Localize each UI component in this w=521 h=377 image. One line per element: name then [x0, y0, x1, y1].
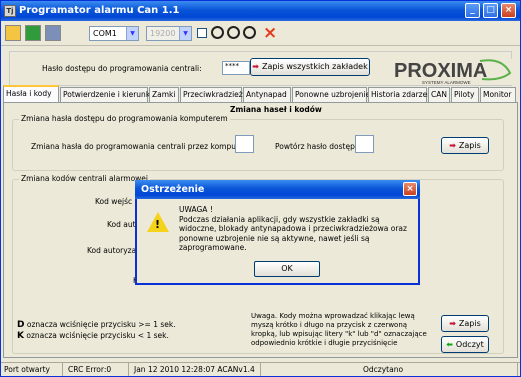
toolbar: COM1 ▼ 19200 ▼ ×: [1, 21, 520, 46]
warning-mark: !: [155, 218, 161, 231]
codes-note: Uwaga. Kody można wprowadzać klikając le…: [251, 312, 427, 347]
tab-ponowne-uzbrojenie[interactable]: Ponowne uzbrojenie: [292, 87, 370, 102]
tab-antynapad[interactable]: Antynapad: [243, 87, 291, 102]
tab-can[interactable]: CAN: [428, 87, 450, 102]
entry-code-label: Kod wejśc: [95, 197, 133, 206]
tab-bar: Hasła i kody Potwierdzenie i kierunki Za…: [3, 85, 520, 102]
device-icon[interactable]: [45, 25, 61, 41]
pc-password-input[interactable]: [235, 135, 254, 153]
repeat-password-input[interactable]: [355, 135, 374, 153]
baud-value: 19200: [150, 29, 176, 38]
status-port: Port otwarty: [1, 363, 63, 376]
proxima-logo: PROXIMA SYSTEMY ALARMOWE: [392, 59, 512, 85]
dialog-message: Podczas działania aplikacji, gdy wszystk…: [179, 214, 407, 253]
read-codes-button[interactable]: ⬅ Odczyt: [441, 336, 489, 353]
dialog-heading: UWAGA !: [179, 205, 213, 214]
arrow-right-icon: ➡: [449, 319, 456, 328]
arrow-left-icon: ⬅: [446, 340, 453, 349]
legend-d: D oznacza wciśnięcie przycisku >= 1 sek.: [17, 320, 176, 330]
port-select[interactable]: COM1 ▼: [89, 26, 139, 41]
read-label: Odczyt: [455, 340, 484, 349]
status-read: Odczytano: [263, 363, 518, 376]
dialog-close-button[interactable]: ×: [403, 182, 417, 196]
save-all-label: Zapis wszystkich zakładek: [261, 62, 368, 71]
tab-przeciwkradziez[interactable]: Przeciwkradzież: [180, 87, 243, 102]
legend-k-text: oznacza wciśnięcie przycisku < 1 sek.: [23, 331, 169, 340]
tab-potwierdzenie[interactable]: Potwierdzenie i kierunki: [60, 87, 152, 102]
group-pc-password-legend: Zmiana hasła dostępu do programowania ko…: [19, 114, 230, 123]
chevron-down-icon: ▼: [179, 27, 191, 40]
tab-zamki[interactable]: Zamki: [149, 87, 179, 102]
svg-text:PROXIMA: PROXIMA: [394, 60, 487, 82]
tab-hasla[interactable]: Hasła i kody: [3, 85, 59, 102]
group-alarm-codes-legend: Zmiana kodów centrali alarmowej: [19, 174, 151, 183]
baud-select: 19200 ▼: [146, 26, 192, 41]
circle-icon[interactable]: [243, 26, 256, 39]
tab-historia[interactable]: Historia zdarzeń: [368, 87, 432, 102]
status-crc: CRC Error:0: [65, 363, 129, 376]
dialog-message-block: UWAGA ! Podczas działania aplikacji, gdy…: [179, 205, 415, 253]
save-disk-icon[interactable]: [25, 25, 41, 41]
tab-piloty[interactable]: Piloty: [451, 87, 479, 102]
pc-password-label: Zmiana hasła do programowania centrali p…: [31, 142, 250, 151]
checkbox[interactable]: [197, 28, 207, 38]
minimize-button[interactable]: _: [465, 3, 480, 18]
save-pc-password-button[interactable]: ➡ Zapis: [441, 137, 489, 154]
window-title: Programator alarmu Can 1.1: [19, 5, 180, 16]
chevron-down-icon: ▼: [126, 27, 138, 40]
circle-icon[interactable]: [227, 26, 240, 39]
app-icon: Tj: [4, 5, 16, 17]
save-all-button[interactable]: ➡ Zapis wszystkich zakładek: [250, 58, 370, 76]
close-button[interactable]: ×: [501, 3, 516, 18]
svg-text:SYSTEMY ALARMOWE: SYSTEMY ALARMOWE: [422, 80, 471, 85]
status-bar: Port otwarty CRC Error:0 Jan 12 2010 12:…: [1, 362, 520, 376]
arrow-right-icon: ➡: [252, 62, 259, 71]
group-pc-password: Zmiana hasła dostępu do programowania ko…: [12, 114, 504, 171]
dialog-title-bar[interactable]: Ostrzeżenie ×: [135, 180, 420, 199]
maximize-button[interactable]: □: [483, 3, 498, 18]
open-folder-icon[interactable]: [5, 25, 21, 41]
title-bar[interactable]: Tj Programator alarmu Can 1.1 _ □ ×: [1, 1, 520, 21]
arrow-right-icon: ➡: [449, 141, 456, 150]
tab-monitor[interactable]: Monitor: [480, 87, 516, 102]
stop-icon[interactable]: ×: [263, 23, 277, 43]
legend-k: K oznacza wciśnięcie przycisku < 1 sek.: [17, 331, 169, 341]
ok-button[interactable]: OK: [254, 261, 320, 277]
port-value: COM1: [93, 29, 117, 38]
status-datetime: Jan 12 2010 12:28:07 ACANv1.4: [131, 363, 261, 376]
legend-k-key: K: [17, 331, 24, 341]
repeat-password-label: Powtórz hasło dostępu:: [275, 142, 363, 151]
warning-dialog: Ostrzeżenie × ! UWAGA ! Podczas działani…: [135, 180, 420, 285]
circle-icon[interactable]: [211, 26, 224, 39]
main-window: Tj Programator alarmu Can 1.1 _ □ × COM1…: [0, 0, 521, 377]
legend-d-text: oznacza wciśnięcie przycisku >= 1 sek.: [24, 320, 176, 329]
save-label: Zapis: [458, 319, 481, 328]
save-codes-button[interactable]: ➡ Zapis: [441, 315, 489, 332]
access-password-label: Hasło dostępu do programowania centrali:: [42, 64, 202, 73]
dialog-title: Ostrzeżenie: [141, 184, 205, 195]
save-label: Zapis: [458, 141, 481, 150]
panel-heading: Zmiana haseł i kodów: [230, 105, 322, 114]
access-password-input[interactable]: ****: [222, 61, 250, 75]
